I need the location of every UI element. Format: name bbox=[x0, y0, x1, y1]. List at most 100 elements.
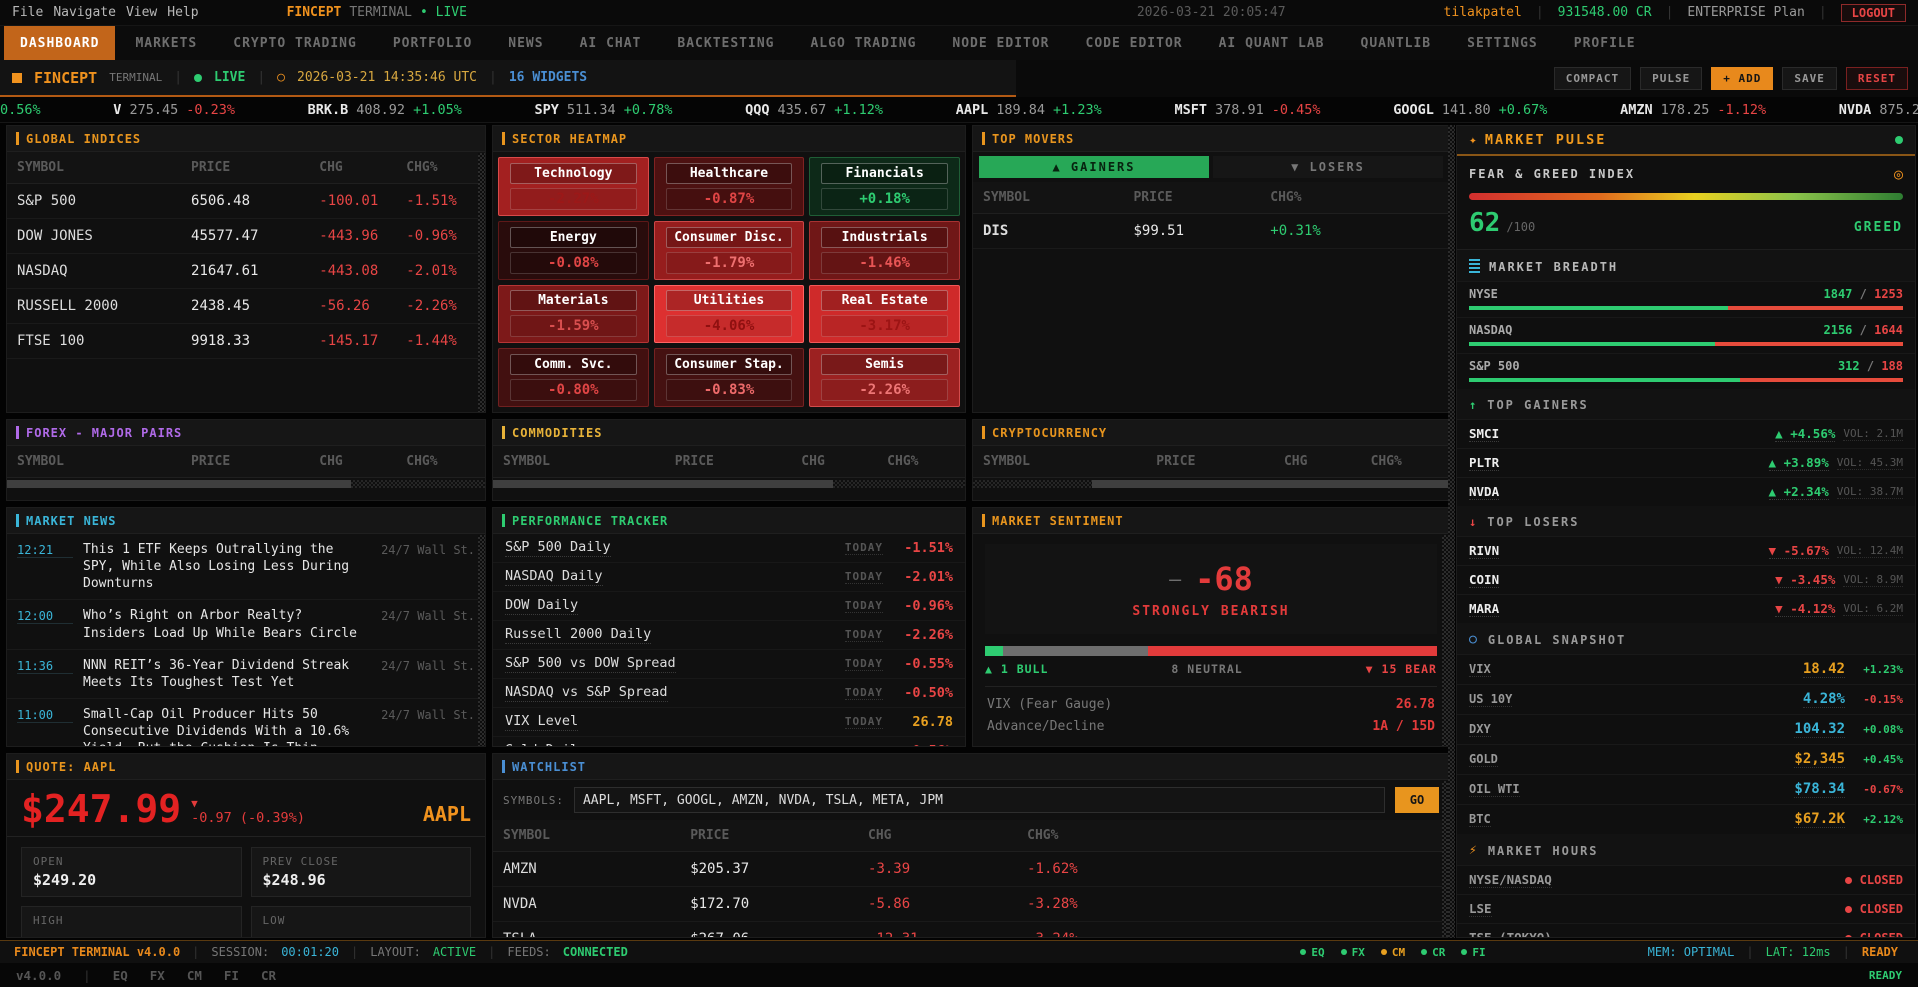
perf-row-russell-2000-daily[interactable]: Russell 2000 DailyTODAY-2.26% bbox=[493, 621, 965, 650]
symbols-input[interactable] bbox=[574, 787, 1385, 813]
news-item[interactable]: 12:00Who’s Right on Arbor Realty? Inside… bbox=[7, 600, 485, 649]
sentiment-score: -68 bbox=[1195, 560, 1253, 598]
gainer-row-smci[interactable]: SMCI▲ +4.56%VOL: 2.1M bbox=[1457, 419, 1915, 448]
sector-tile-comm-svc[interactable]: Comm. Svc.-0.80% bbox=[498, 348, 649, 407]
panel-title: MARKET NEWS bbox=[26, 514, 116, 528]
tab-profile[interactable]: PROFILE bbox=[1558, 26, 1652, 60]
commodities-panel: COMMODITIES SYMBOLPRICECHGCHG% bbox=[492, 419, 966, 501]
sentiment-bar-bull bbox=[985, 646, 1003, 656]
snapshot-row-btc[interactable]: BTC$67.2K+2.12% bbox=[1457, 804, 1915, 834]
tab-news[interactable]: NEWS bbox=[492, 26, 559, 60]
go-button[interactable]: GO bbox=[1395, 787, 1439, 813]
perf-row-dow-daily[interactable]: DOW DailyTODAY-0.96% bbox=[493, 592, 965, 621]
snapshot-row-oil-wti[interactable]: OIL WTI$78.34-0.67% bbox=[1457, 774, 1915, 804]
ticker-item-msft[interactable]: MSFT378.91-0.45% bbox=[1174, 102, 1320, 118]
snapshot-row-us-10y[interactable]: US 10Y4.28%-0.15% bbox=[1457, 684, 1915, 714]
movers-tabs: ▲ GAINERS▼ LOSERS bbox=[973, 152, 1449, 182]
ticker-item-qqq[interactable]: QQQ435.67+1.12% bbox=[745, 102, 883, 118]
loser-row-mara[interactable]: MARA▼ -4.12%VOL: 6.2M bbox=[1457, 594, 1915, 623]
tab-node-editor[interactable]: NODE EDITOR bbox=[936, 26, 1065, 60]
loser-row-rivn[interactable]: RIVN▼ -5.67%VOL: 12.4M bbox=[1457, 536, 1915, 565]
sector-tile-financials[interactable]: Financials+0.18% bbox=[809, 157, 960, 216]
sidebar-scrollbar[interactable] bbox=[1448, 125, 1455, 938]
logout-button[interactable]: LOGOUT bbox=[1841, 4, 1906, 22]
sector-tile-materials[interactable]: Materials-1.59% bbox=[498, 285, 649, 344]
sector-tile-real-estate[interactable]: Real Estate-3.17% bbox=[809, 285, 960, 344]
tab-dashboard[interactable]: DASHBOARD bbox=[4, 26, 115, 60]
compact-button[interactable]: COMPACT bbox=[1554, 67, 1631, 90]
movers-tab-losers[interactable]: ▼ LOSERS bbox=[1213, 156, 1443, 178]
sector-tile-industrials[interactable]: Industrials-1.46% bbox=[809, 221, 960, 280]
news-scrollbar[interactable] bbox=[478, 535, 485, 746]
tab-algo-trading[interactable]: ALGO TRADING bbox=[794, 26, 932, 60]
pulse-button[interactable]: PULSE bbox=[1640, 67, 1702, 90]
perf-row-vix-level[interactable]: VIX LevelTODAY26.78 bbox=[493, 708, 965, 737]
tab-quantlib[interactable]: QUANTLIB bbox=[1345, 26, 1448, 60]
sentiment-label: STRONGLY BEARISH bbox=[1132, 604, 1289, 619]
sector-tile-consumer-disc[interactable]: Consumer Disc.-1.79% bbox=[654, 221, 805, 280]
reset-button[interactable]: RESET bbox=[1846, 67, 1908, 90]
ticker-item-spy[interactable]: SPY511.34+0.78% bbox=[535, 102, 673, 118]
sub-brand-suffix: TERMINAL bbox=[109, 71, 162, 84]
perf-row-s-p-500-vs-dow-spread[interactable]: S&P 500 vs DOW SpreadTODAY-0.55% bbox=[493, 650, 965, 679]
forex-h-scrollbar[interactable] bbox=[7, 480, 485, 488]
index-row-nasdaq[interactable]: NASDAQ21647.61-443.08-2.01% bbox=[7, 254, 485, 289]
perf-row-gold-daily[interactable]: Gold DailyTODAY-0.56% bbox=[493, 737, 965, 747]
index-row-dow-jones[interactable]: DOW JONES45577.47-443.96-0.96% bbox=[7, 219, 485, 254]
gainer-row-pltr[interactable]: PLTR▲ +3.89%VOL: 45.3M bbox=[1457, 448, 1915, 477]
sector-tile-semis[interactable]: Semis-2.26% bbox=[809, 348, 960, 407]
index-row-ftse-100[interactable]: FTSE 1009918.33-145.17-1.44% bbox=[7, 324, 485, 359]
tab-crypto-trading[interactable]: CRYPTO TRADING bbox=[217, 26, 373, 60]
tab-portfolio[interactable]: PORTFOLIO bbox=[377, 26, 488, 60]
ticker-item-amzn[interactable]: AMZN178.25-1.12% bbox=[1620, 102, 1766, 118]
menu-help[interactable]: Help bbox=[167, 5, 198, 20]
snapshot-row-dxy[interactable]: DXY104.32+0.08% bbox=[1457, 714, 1915, 744]
index-row-s-p-500[interactable]: S&P 5006506.48-100.01-1.51% bbox=[7, 184, 485, 219]
tab-settings[interactable]: SETTINGS bbox=[1451, 26, 1554, 60]
news-source: 24/7 Wall St. bbox=[379, 541, 475, 557]
news-item[interactable]: 11:36NNN REIT’s 36-Year Dividend Streak … bbox=[7, 650, 485, 699]
sector-tile-consumer-stap[interactable]: Consumer Stap.-0.83% bbox=[654, 348, 805, 407]
add-button[interactable]: + ADD bbox=[1711, 67, 1773, 90]
watchlist-row-tsla[interactable]: TSLA$267.06-12.31-3.24% bbox=[493, 922, 1449, 938]
movers-tab-gainers[interactable]: ▲ GAINERS bbox=[979, 156, 1209, 178]
news-item[interactable]: 12:21This 1 ETF Keeps Outrallying the SP… bbox=[7, 534, 485, 600]
ticker-item-googl[interactable]: GOOGL141.80+0.67% bbox=[1393, 102, 1547, 118]
menu-view[interactable]: View bbox=[126, 5, 157, 20]
commodities-h-scrollbar[interactable] bbox=[493, 480, 965, 488]
ticker-item-aapl[interactable]: AAPL189.84+1.23% bbox=[956, 102, 1102, 118]
tab-code-editor[interactable]: CODE EDITOR bbox=[1070, 26, 1199, 60]
indices-scrollbar[interactable] bbox=[478, 153, 485, 412]
ticker-item-nvda[interactable]: NVDA875.28+2.34% bbox=[1839, 102, 1918, 118]
ticker-item-v[interactable]: V275.45-0.23% bbox=[113, 102, 235, 118]
tab-ai-chat[interactable]: AI CHAT bbox=[564, 26, 658, 60]
tab-ai-quant-lab[interactable]: AI QUANT LAB bbox=[1203, 26, 1341, 60]
gainer-row-nvda[interactable]: NVDA▲ +2.34%VOL: 38.7M bbox=[1457, 477, 1915, 506]
watchlist-row-amzn[interactable]: AMZN$205.37-3.39-1.62% bbox=[493, 852, 1449, 887]
ticker-item-brk-b[interactable]: BRK.B408.92+1.05% bbox=[308, 102, 462, 118]
save-button[interactable]: SAVE bbox=[1782, 67, 1837, 90]
news-item[interactable]: 11:00Small-Cap Oil Producer Hits 50 Cons… bbox=[7, 699, 485, 747]
sector-tile-energy[interactable]: Energy-0.08% bbox=[498, 221, 649, 280]
feed-indicator-cr: CR bbox=[1421, 946, 1445, 959]
sector-tile-technology[interactable]: Technology-2.27% bbox=[498, 157, 649, 216]
loser-row-coin[interactable]: COIN▼ -3.45%VOL: 8.9M bbox=[1457, 565, 1915, 594]
sector-tile-utilities[interactable]: Utilities-4.06% bbox=[654, 285, 805, 344]
snapshot-row-vix[interactable]: VIX18.42+1.23% bbox=[1457, 654, 1915, 684]
perf-row-s-p-500-daily[interactable]: S&P 500 DailyTODAY-1.51% bbox=[493, 534, 965, 563]
tab-backtesting[interactable]: BACKTESTING bbox=[661, 26, 790, 60]
tab-markets[interactable]: MARKETS bbox=[119, 26, 213, 60]
mover-row-dis[interactable]: DIS$99.51+0.31% bbox=[973, 214, 1449, 249]
sector-tile-healthcare[interactable]: Healthcare-0.87% bbox=[654, 157, 805, 216]
ticker-item[interactable]: 0.56% bbox=[0, 102, 41, 118]
index-row-russell-2000[interactable]: RUSSELL 20002438.45-56.26-2.26% bbox=[7, 289, 485, 324]
perf-row-nasdaq-daily[interactable]: NASDAQ DailyTODAY-2.01% bbox=[493, 563, 965, 592]
snapshot-row-gold[interactable]: GOLD$2,345+0.45% bbox=[1457, 744, 1915, 774]
pulse-diamond-icon: ✦ bbox=[1469, 133, 1477, 148]
menu-navigate[interactable]: Navigate bbox=[53, 5, 116, 20]
footer-ready-status: READY bbox=[1869, 969, 1902, 982]
crypto-h-scrollbar[interactable] bbox=[973, 480, 1449, 488]
perf-row-nasdaq-vs-s-p-spread[interactable]: NASDAQ vs S&P SpreadTODAY-0.50% bbox=[493, 679, 965, 708]
menu-file[interactable]: File bbox=[12, 5, 43, 20]
watchlist-row-nvda[interactable]: NVDA$172.70-5.86-3.28% bbox=[493, 887, 1449, 922]
